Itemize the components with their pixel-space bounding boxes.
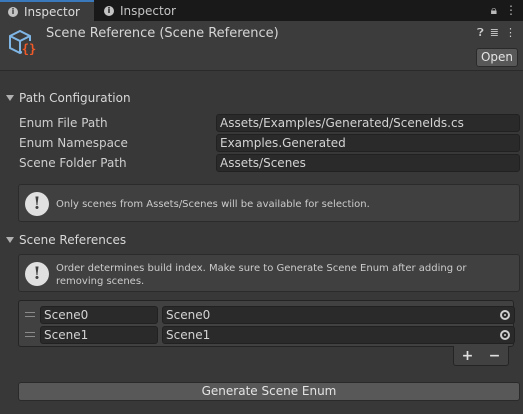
enum-namespace-label: Enum Namespace — [19, 136, 128, 150]
scene-object-field[interactable]: Scene0 — [162, 306, 515, 324]
tab-bar: i Inspector i Inspector 🔒︎ ⋮ — [0, 0, 523, 21]
scene-folder-path-field[interactable]: Assets/Scenes — [216, 154, 520, 172]
enum-namespace-field[interactable]: Examples.Generated — [216, 134, 520, 152]
warning-icon: ! — [25, 192, 49, 216]
remove-item-button[interactable]: − — [489, 348, 501, 364]
svg-text:{}: {} — [22, 42, 36, 56]
header-tools: ❓︎ ≣ ⋮ — [477, 26, 516, 40]
lock-icon[interactable]: 🔒︎ — [491, 3, 497, 18]
scene-key-field[interactable]: Scene0 — [40, 306, 158, 324]
scene-key-field[interactable]: Scene1 — [40, 326, 158, 344]
info-icon: i — [8, 6, 18, 17]
context-menu-icon[interactable]: ⋮ — [505, 26, 516, 40]
help-text: Only scenes from Assets/Scenes will be a… — [56, 199, 370, 210]
foldout-arrow-icon — [6, 95, 14, 101]
scene-folder-path-label: Scene Folder Path — [19, 156, 127, 170]
generate-scene-enum-button[interactable]: Generate Scene Enum — [18, 382, 520, 401]
section-label: Path Configuration — [19, 91, 131, 105]
tab-inspector-2[interactable]: i Inspector — [96, 0, 192, 21]
help-icon[interactable]: ❓︎ — [477, 26, 484, 40]
list-item: Scene0 Scene0 — [19, 305, 515, 325]
list-item: Scene1 Scene1 — [19, 325, 515, 345]
drag-handle-icon[interactable] — [25, 312, 35, 317]
enum-file-path-field[interactable]: Assets/Examples/Generated/SceneIds.cs — [216, 114, 520, 132]
component-title: Scene Reference (Scene Reference) — [46, 26, 279, 41]
info-icon: i — [104, 5, 114, 16]
header-divider — [0, 70, 523, 71]
drag-handle-icon[interactable] — [25, 332, 35, 337]
kebab-menu-icon[interactable]: ⋮ — [505, 3, 517, 18]
help-text: Order determines build index. Make sure … — [56, 263, 467, 287]
tab-inspector-1[interactable]: i Inspector — [0, 0, 94, 21]
add-item-button[interactable]: + — [462, 348, 474, 364]
list-footer: + − — [453, 346, 509, 366]
open-button[interactable]: Open — [476, 48, 518, 67]
scriptable-object-icon: {} — [9, 29, 36, 56]
scene-object-field[interactable]: Scene1 — [162, 326, 515, 344]
scene-references-foldout[interactable]: Scene References — [6, 233, 126, 247]
presets-icon[interactable]: ≣ — [490, 26, 499, 40]
section-label: Scene References — [19, 233, 127, 247]
order-help-box: ! Order determines build index. Make sur… — [18, 254, 520, 292]
inspector-header: {} Scene Reference (Scene Reference) ❓︎ … — [0, 21, 523, 70]
folder-help-box: ! Only scenes from Assets/Scenes will be… — [18, 184, 520, 222]
path-config-foldout[interactable]: Path Configuration — [6, 91, 131, 105]
warning-icon: ! — [25, 262, 49, 286]
tab-label: Inspector — [120, 3, 176, 18]
foldout-arrow-icon — [6, 237, 14, 243]
scene-list: Scene0 Scene0 Scene1 Scene1 — [18, 300, 515, 347]
object-picker-icon[interactable] — [500, 330, 510, 340]
tab-tools: 🔒︎ ⋮ — [491, 3, 517, 18]
tab-label: Inspector — [24, 4, 80, 19]
object-picker-icon[interactable] — [500, 310, 510, 320]
scene-object-value: Scene1 — [166, 328, 211, 342]
enum-file-path-label: Enum File Path — [19, 116, 108, 130]
scene-object-value: Scene0 — [166, 308, 211, 322]
